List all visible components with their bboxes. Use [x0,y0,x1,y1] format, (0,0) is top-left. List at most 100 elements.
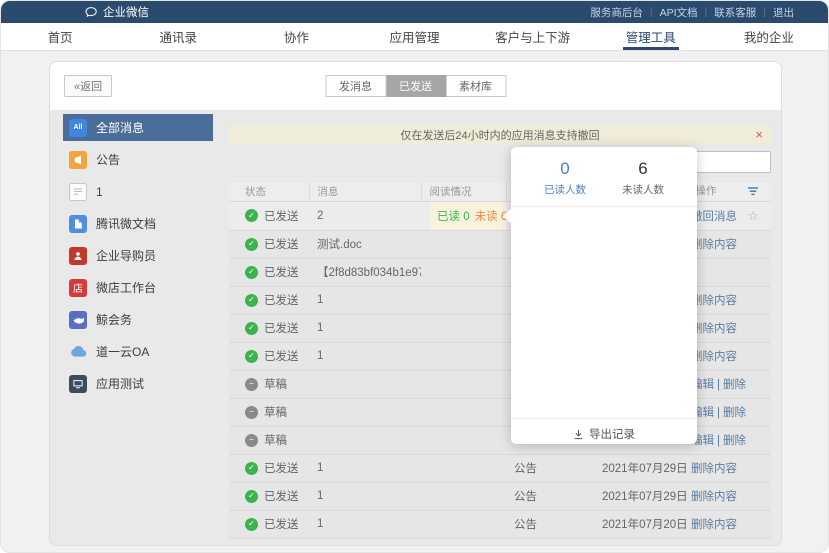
close-icon[interactable]: × [755,125,763,145]
table-row: 已发送 1 公告 2021年07月29日 删除内容 [229,454,771,482]
nav-collaboration[interactable]: 协作 [237,23,355,50]
status-sent-icon [245,462,258,475]
sidebar-item-label: 道一云OA [96,343,149,360]
nav-contacts[interactable]: 通讯录 [119,23,237,50]
delete-content-link[interactable]: 删除内容 [691,491,737,503]
back-button[interactable]: «返回 [64,75,112,97]
message-cell: 1 [309,286,421,314]
status-sent-icon [245,518,258,531]
message-cell: 1 [309,454,421,482]
export-records-button[interactable]: 导出记录 [511,418,697,449]
star-icon[interactable] [747,208,759,224]
recall-message-link[interactable]: 撤回消息 [691,211,737,223]
sidebar-item-shop-workbench[interactable]: 店 微店工作台 [63,274,213,301]
status-sent-icon [245,238,258,251]
link-contact-support[interactable]: 联系客服 [714,5,756,20]
sidebar-item-label: 企业导购员 [96,247,156,264]
delete-content-link[interactable]: 删除内容 [691,351,737,363]
status-sent-icon [245,322,258,335]
message-cell: 1 [309,510,421,538]
content-area: All 全部消息 公告 1 腾讯微文档 企业导购员 [50,110,781,546]
status-draft-icon [245,406,258,419]
brand-name: 企业微信 [103,4,149,20]
sidebar-item-app-test[interactable]: 应用测试 [63,370,213,397]
nav-my-company[interactable]: 我的企业 [710,23,828,50]
nav-admin-tools[interactable]: 管理工具 [592,23,710,50]
notice-text: 仅在发送后24小时内的应用消息支持撤回 [229,127,771,143]
delete-link[interactable]: 删除 [723,435,746,447]
sidebar-item-daoyi-cloud-oa[interactable]: 道一云OA [63,338,213,365]
read-count-stat: 0 已读人数 [544,159,586,197]
message-cell [309,398,421,426]
delete-link[interactable]: 删除 [723,407,746,419]
link-logout[interactable]: 退出 [773,5,794,20]
message-cell: 2 [309,201,421,230]
read-stats-chip[interactable]: 已读 0未读 6 [429,202,506,230]
message-cell [309,370,421,398]
message-cell: 1 [309,482,421,510]
nav-home[interactable]: 首页 [1,23,119,50]
tab-send-message[interactable]: 发消息 [325,75,386,97]
document-icon [69,183,87,201]
whale-icon [69,311,87,329]
sidebar-item-label: 全部消息 [96,119,144,136]
popup-arrow [503,209,511,223]
monitor-icon [69,375,87,393]
link-provider-console[interactable]: 服务商后台 [590,5,643,20]
sidebar-item-label: 1 [96,185,103,199]
delete-content-link[interactable]: 删除内容 [691,295,737,307]
status-sent-icon [245,350,258,363]
app-sidebar: All 全部消息 公告 1 腾讯微文档 企业导购员 [50,110,213,546]
sidebar-item-all-messages[interactable]: All 全部消息 [63,114,213,141]
content-card: «返回 发消息 已发送 素材库 All 全部消息 公告 1 [49,61,782,546]
tab-sent[interactable]: 已发送 [386,75,446,97]
unread-count-stat: 6 未读人数 [622,159,664,197]
sidebar-item-label: 鲸会务 [96,311,132,328]
sidebar-item-whale-meeting[interactable]: 鲸会务 [63,306,213,333]
tab-material-library[interactable]: 素材库 [446,75,506,97]
status-draft-icon [245,378,258,391]
app-window: 企业微信 服务商后台| API文档| 联系客服| 退出 首页 通讯录 协作 应用… [0,0,829,553]
nav-app-management[interactable]: 应用管理 [355,23,473,50]
nav-customers[interactable]: 客户与上下游 [474,23,592,50]
shop-icon: 店 [69,279,87,297]
status-sent-icon [245,209,258,222]
col-status: 状态 [229,182,309,201]
wechat-work-logo-icon [85,6,98,19]
message-cell: 【2f8d83bf034b1e971fe5083eea... [309,258,421,286]
popup-empty-list [511,207,697,418]
messages-panel: 仅在发送后24小时内的应用消息支持撤回 × 状态 消息 阅读情况 [213,110,781,546]
message-cell [309,426,421,454]
tencent-doc-icon [69,215,87,233]
divider: | [763,6,766,18]
sidebar-item-guide-staff[interactable]: 企业导购员 [63,242,213,269]
delete-content-link[interactable]: 删除内容 [691,463,737,475]
message-tabs: 发消息 已发送 素材库 [325,75,506,97]
brand[interactable]: 企业微信 [85,4,149,20]
table-row: 已发送 1 公告 2021年07月20日 删除内容 [229,510,771,538]
status-sent-icon [245,294,258,307]
link-api-docs[interactable]: API文档 [660,5,698,20]
delete-content-link[interactable]: 删除内容 [691,239,737,251]
sidebar-item-1[interactable]: 1 [63,178,213,205]
sidebar-item-label: 微店工作台 [96,279,156,296]
sidebar-item-tencent-doc[interactable]: 腾讯微文档 [63,210,213,237]
download-icon [573,429,584,440]
message-cell: 1 [309,314,421,342]
delete-content-link[interactable]: 删除内容 [691,519,737,531]
filter-icon[interactable] [747,187,759,199]
col-actions: 操作 [687,182,771,201]
sidebar-item-announcement[interactable]: 公告 [63,146,213,173]
col-read-status: 阅读情况 [421,182,506,201]
col-message: 消息 [309,182,421,201]
message-cell: 1 [309,342,421,370]
topbar: 企业微信 服务商后台| API文档| 联系客服| 退出 [1,1,828,23]
divider: | [705,6,708,18]
sidebar-item-label: 应用测试 [96,375,144,392]
cloud-icon [69,343,87,361]
delete-link[interactable]: 删除 [723,379,746,391]
delete-content-link[interactable]: 删除内容 [691,323,737,335]
message-cell: 测试.doc [309,230,421,258]
all-messages-icon: All [69,119,87,137]
status-draft-icon [245,434,258,447]
